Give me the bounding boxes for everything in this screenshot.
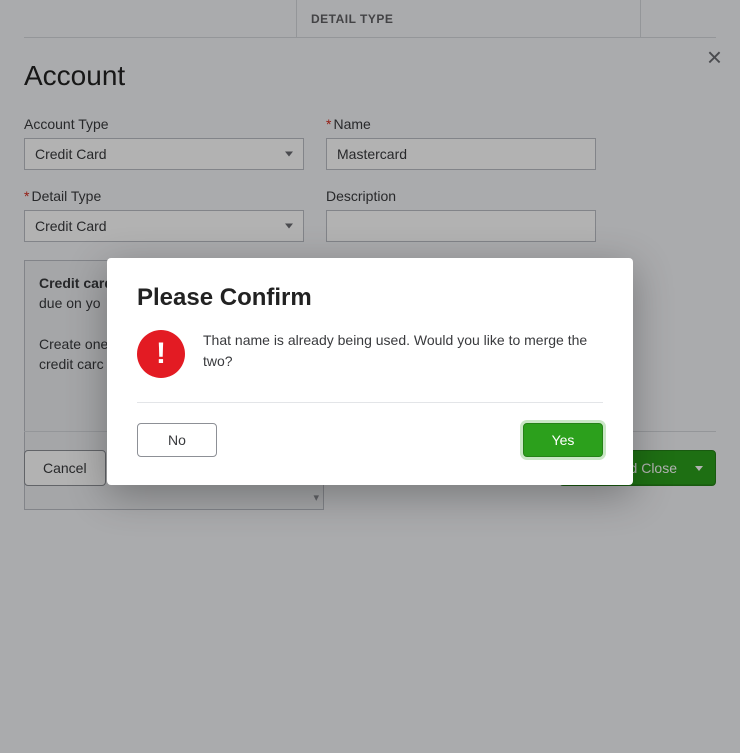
confirm-modal: Please Confirm ! That name is already be… [107,258,633,485]
modal-actions: No Yes [137,423,603,457]
modal-title: Please Confirm [137,284,603,312]
no-button[interactable]: No [137,423,217,457]
modal-message: That name is already being used. Would y… [203,330,603,372]
alert-icon: ! [137,330,185,378]
yes-button[interactable]: Yes [523,423,603,457]
modal-divider [137,402,603,403]
modal-body: ! That name is already being used. Would… [137,330,603,378]
